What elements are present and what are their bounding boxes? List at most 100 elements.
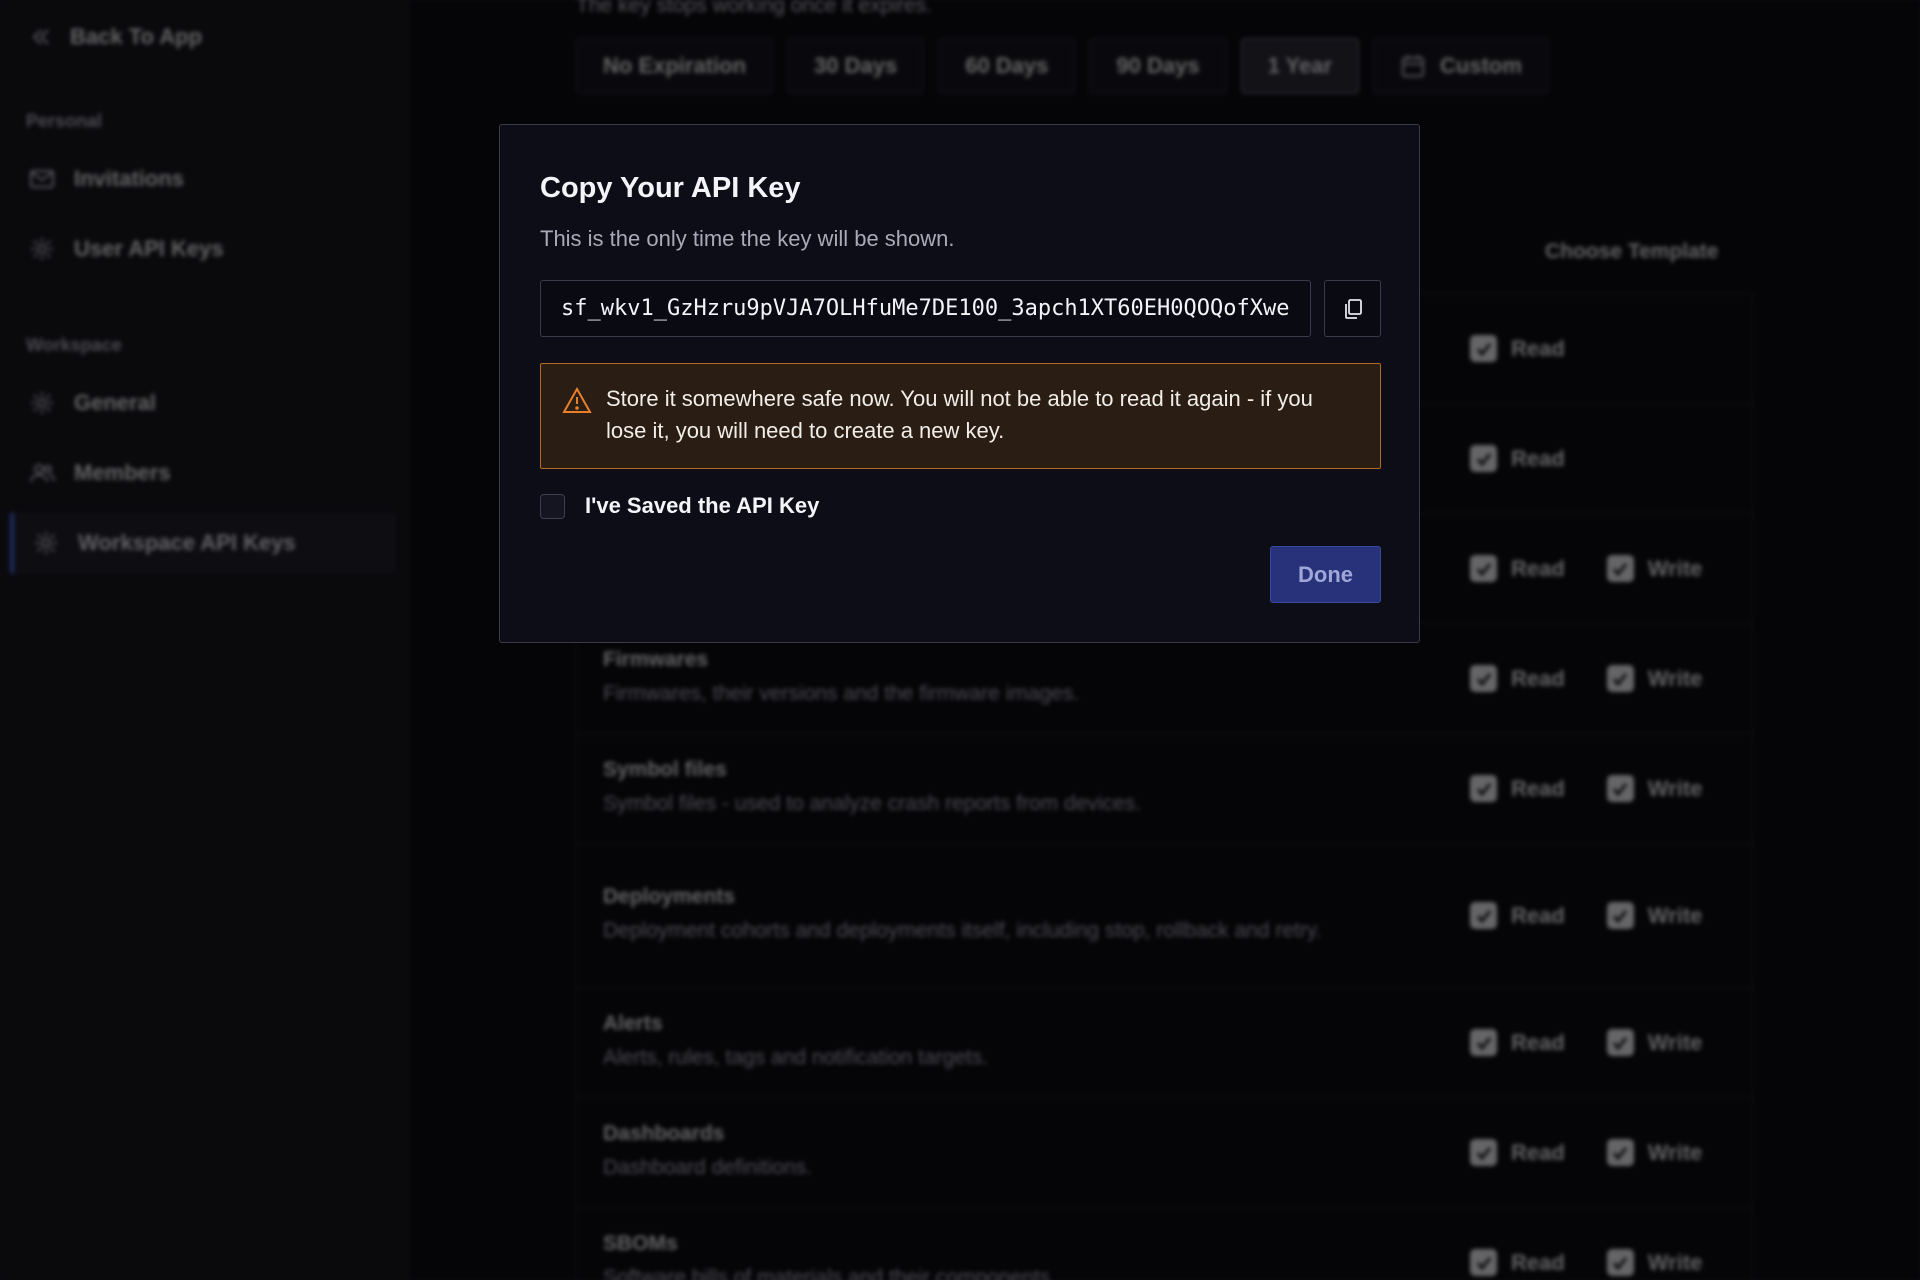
section-label-workspace: Workspace	[26, 335, 122, 355]
dialog-title: Copy Your API Key	[540, 172, 801, 204]
permission-text: Symbol files Symbol files - used to analy…	[603, 758, 1433, 820]
read-permission-checkbox[interactable]: Read	[1470, 665, 1565, 692]
write-permission-label: Write	[1647, 902, 1703, 928]
expiration-hint: The key stops working once it expires.	[576, 0, 932, 17]
write-permission-checkbox[interactable]: Write	[1606, 902, 1703, 929]
sidebar-item-workspace-api-keys[interactable]: Workspace API Keys	[10, 512, 396, 574]
permission-row: SBOMs Software bills of materials and the…	[577, 1208, 1752, 1280]
saved-confirmation-label: I've Saved the API Key	[585, 493, 820, 518]
checkbox-checked-icon	[1470, 1029, 1497, 1056]
permission-checks: Read Write	[1470, 514, 1702, 623]
read-permission-checkbox[interactable]: Read	[1470, 1029, 1565, 1056]
saved-confirmation[interactable]: I've Saved the API Key	[540, 493, 819, 519]
permission-checks: Read Write	[1470, 844, 1702, 987]
checkbox-checked-icon	[1606, 1029, 1634, 1056]
checkbox-checked-icon	[1606, 1139, 1634, 1166]
read-permission-checkbox[interactable]: Read	[1470, 1249, 1565, 1276]
read-permission-label: Read	[1511, 555, 1565, 581]
api-key-field[interactable]	[540, 280, 1311, 337]
permission-title: Alerts	[603, 1011, 663, 1035]
read-permission-checkbox[interactable]: Read	[1470, 902, 1565, 929]
section-label-personal: Personal	[26, 111, 103, 131]
choose-template-dropdown[interactable]: Choose Template	[1545, 240, 1718, 264]
expiration-option-1-year[interactable]: 1 Year	[1240, 38, 1360, 94]
checkbox-checked-icon	[1606, 555, 1634, 582]
checkbox-checked-icon	[1470, 902, 1497, 929]
calendar-icon	[1402, 55, 1425, 77]
permission-checks: Read Write	[1470, 988, 1702, 1097]
permission-text: Firmwares Firmwares, their versions and t…	[603, 648, 1433, 710]
read-permission-label: Read	[1511, 775, 1565, 801]
write-permission-checkbox[interactable]: Write	[1606, 775, 1703, 802]
expiration-options: No Expiration 30 Days 60 Days 90 Days 1 …	[576, 38, 1549, 94]
read-permission-checkbox[interactable]: Read	[1470, 445, 1565, 472]
back-to-app-label: Back To App	[70, 24, 203, 49]
permission-row: Deployments Deployment cohorts and deploy…	[577, 844, 1752, 988]
checkbox-checked-icon	[1606, 665, 1634, 692]
read-permission-label: Read	[1511, 902, 1565, 928]
permission-row: Symbol files Symbol files - used to analy…	[577, 734, 1752, 844]
read-permission-checkbox[interactable]: Read	[1470, 775, 1565, 802]
permission-checks: Read Write	[1470, 624, 1702, 733]
expiration-option-30-days[interactable]: 30 Days	[787, 38, 925, 94]
warning-triangle-icon	[562, 386, 592, 413]
expiration-option-60-days[interactable]: 60 Days	[938, 38, 1076, 94]
permission-row: Dashboards Dashboard definitions. Read Writ…	[577, 1098, 1752, 1208]
write-permission-checkbox[interactable]: Write	[1606, 665, 1703, 692]
expiration-option-none[interactable]: No Expiration	[576, 38, 774, 94]
permission-row: Alerts Alerts, rules, tags and notificati…	[577, 988, 1752, 1098]
double-chevron-left-icon	[32, 29, 49, 45]
permission-title: Dashboards	[603, 1121, 725, 1145]
read-permission-label: Read	[1511, 335, 1565, 361]
write-permission-checkbox[interactable]: Write	[1606, 1029, 1703, 1056]
back-to-app-link[interactable]: Back To App	[30, 24, 202, 50]
checkbox-checked-icon	[1470, 1139, 1497, 1166]
write-permission-label: Write	[1647, 555, 1703, 581]
read-permission-checkbox[interactable]: Read	[1470, 335, 1565, 362]
write-permission-label: Write	[1647, 665, 1703, 691]
copy-key-button[interactable]	[1324, 280, 1381, 337]
read-permission-label: Read	[1511, 445, 1565, 471]
permission-checks: Read	[1470, 404, 1565, 513]
write-permission-checkbox[interactable]: Write	[1606, 555, 1703, 582]
permission-title: SBOMs	[603, 1231, 678, 1255]
sidebar-item-members[interactable]: Members	[10, 442, 396, 504]
copy-api-key-dialog: Copy Your API Key This is the only time …	[499, 124, 1420, 643]
checkbox-checked-icon	[1606, 1249, 1634, 1276]
checkbox-checked-icon	[1470, 1249, 1497, 1276]
sidebar: Back To App Personal Invitations User AP…	[0, 0, 410, 1280]
permission-text: Deployments Deployment cohorts and deploy…	[603, 885, 1433, 947]
write-permission-checkbox[interactable]: Write	[1606, 1139, 1703, 1166]
write-permission-label: Write	[1647, 775, 1703, 801]
sidebar-item-invitations[interactable]: Invitations	[10, 148, 396, 210]
expiration-option-custom[interactable]: Custom	[1373, 38, 1549, 94]
sidebar-item-label: Invitations	[74, 166, 185, 191]
saved-confirmation-checkbox[interactable]	[540, 493, 565, 519]
warning-text: Store it somewhere safe now. You will no…	[606, 386, 1313, 443]
mail-icon	[30, 170, 54, 188]
sidebar-item-user-api-keys[interactable]: User API Keys	[10, 218, 396, 280]
read-permission-checkbox[interactable]: Read	[1470, 1139, 1565, 1166]
permission-description: Alerts, rules, tags and notification tar…	[603, 1045, 989, 1069]
sidebar-item-label: Members	[74, 460, 171, 485]
read-permission-label: Read	[1511, 1249, 1565, 1275]
permission-description: Deployment cohorts and deployments itsel…	[603, 918, 1322, 942]
done-button[interactable]: Done	[1270, 546, 1381, 603]
checkbox-checked-icon	[1606, 775, 1634, 802]
sidebar-item-label: User API Keys	[74, 236, 224, 261]
checkbox-checked-icon	[1470, 775, 1497, 802]
users-icon	[30, 464, 55, 483]
gear-icon	[31, 392, 53, 414]
read-permission-checkbox[interactable]: Read	[1470, 555, 1565, 582]
expiration-option-custom-label: Custom	[1440, 53, 1522, 78]
permission-title: Firmwares	[603, 647, 709, 671]
write-permission-label: Write	[1647, 1139, 1703, 1165]
checkbox-checked-icon	[1470, 335, 1497, 362]
expiration-option-90-days[interactable]: 90 Days	[1089, 38, 1227, 94]
sidebar-item-general[interactable]: General	[10, 372, 396, 434]
dialog-subtitle: This is the only time the key will be sh…	[540, 226, 955, 251]
permission-checks: Read Write	[1470, 1208, 1702, 1280]
write-permission-checkbox[interactable]: Write	[1606, 1249, 1702, 1276]
write-permission-label: Write	[1647, 1029, 1703, 1055]
copy-icon	[1344, 298, 1362, 319]
